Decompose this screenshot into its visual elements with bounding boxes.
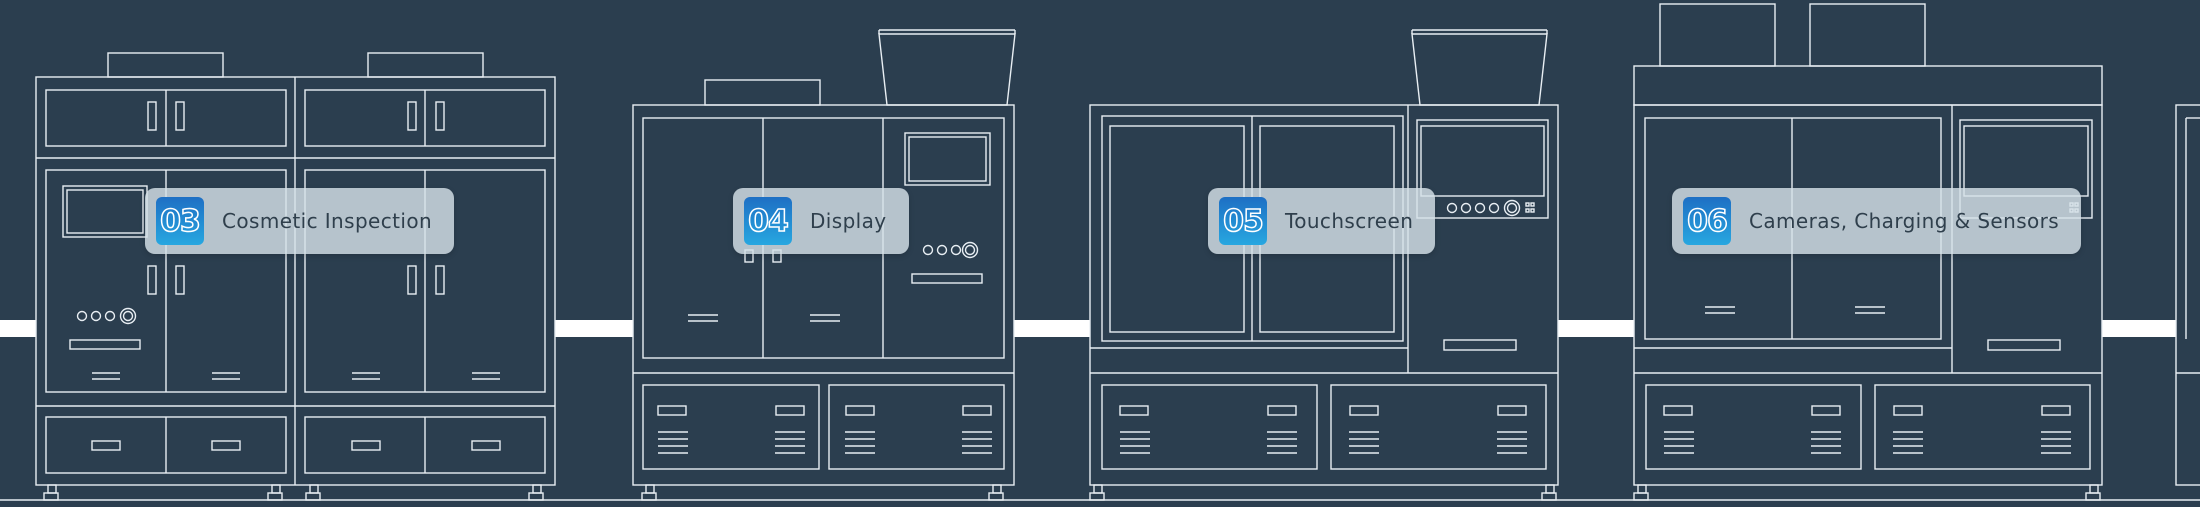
station-label: Cosmetic Inspection — [222, 209, 433, 233]
station-label: Touchscreen — [1285, 209, 1414, 233]
station-label: Cameras, Charging & Sensors — [1749, 209, 2060, 233]
station-label: Display — [810, 209, 887, 233]
station-number: 05 — [1219, 197, 1267, 245]
machine-display — [632, 29, 1016, 501]
machine-cosmetic-inspection — [35, 52, 556, 501]
station-number: 04 — [744, 197, 792, 245]
machine-next-partial — [2175, 104, 2200, 486]
station-badge-cameras-charging-sensors[interactable]: 06 Cameras, Charging & Sensors — [1672, 188, 2082, 254]
conveyor-belt — [0, 320, 2176, 337]
station-number: 03 — [156, 197, 204, 245]
machine-touchscreen — [1089, 29, 1559, 501]
station-badge-cosmetic-inspection[interactable]: 03 Cosmetic Inspection — [145, 188, 455, 254]
station-badge-touchscreen[interactable]: 05 Touchscreen — [1208, 188, 1436, 254]
station-badge-display[interactable]: 04 Display — [733, 188, 909, 254]
station-number: 06 — [1683, 197, 1731, 245]
